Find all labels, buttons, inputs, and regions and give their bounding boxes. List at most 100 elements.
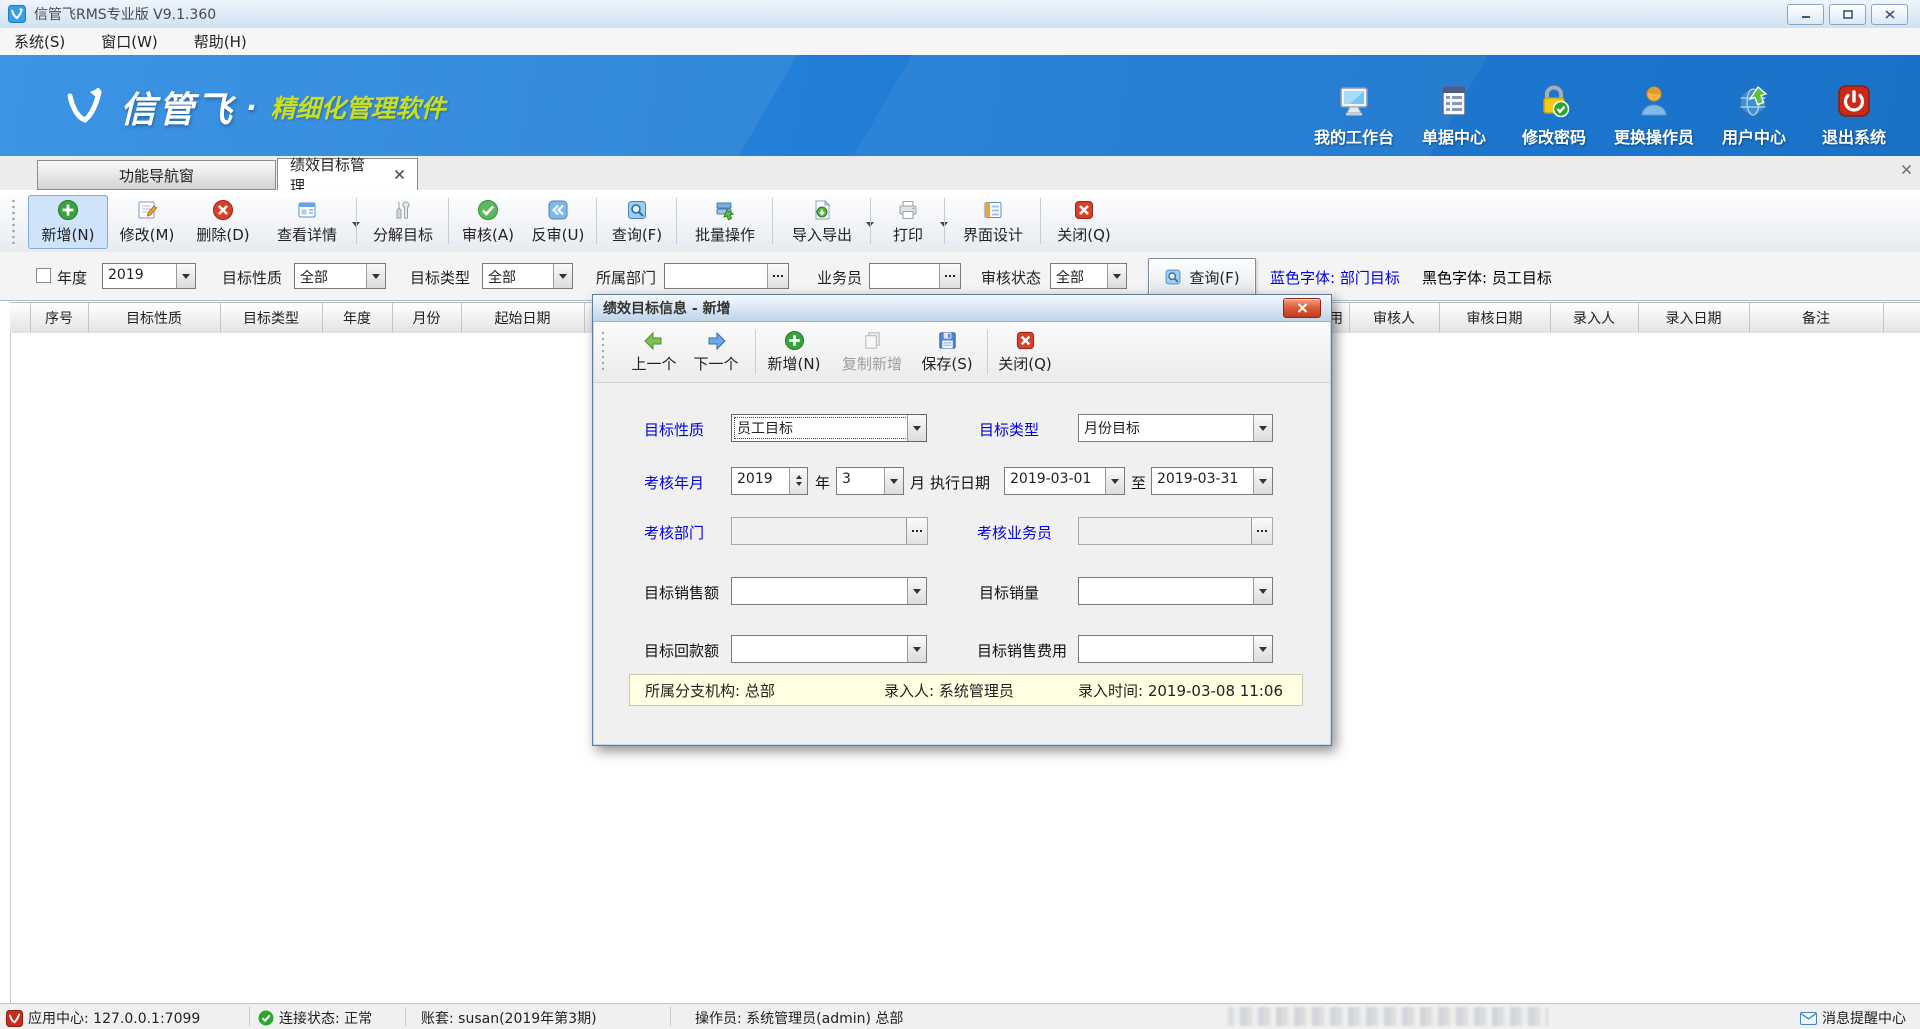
tab-performance-target[interactable]: 绩效目标管理 (277, 158, 418, 191)
query-toolbar-button[interactable]: 查询(F) (602, 195, 672, 249)
chevron-down-icon[interactable] (366, 264, 385, 288)
chevron-down-icon[interactable] (1107, 264, 1126, 288)
close-all-tabs-icon[interactable] (1901, 164, 1912, 175)
brand-name: 信管飞 (120, 81, 234, 133)
ellipsis-picker-icon[interactable] (767, 264, 788, 288)
menu-system[interactable]: 系统(S) (14, 31, 65, 52)
print-button[interactable]: 打印 (876, 195, 952, 249)
decompose-target-button[interactable]: 分解目标 (362, 195, 444, 249)
year-spinner[interactable]: 2019 (731, 467, 808, 495)
nature-filter-combo[interactable]: 全部 (294, 263, 386, 289)
modify-button[interactable]: 修改(M) (110, 195, 184, 249)
column-header[interactable]: 录入人 (1550, 303, 1639, 333)
target-sales-combo[interactable] (731, 577, 927, 605)
chevron-down-icon[interactable] (1253, 636, 1272, 662)
previous-button[interactable]: 上一个 (626, 326, 682, 378)
column-header[interactable]: 年度 (322, 303, 393, 333)
type-filter-combo[interactable]: 全部 (482, 263, 573, 289)
reverse-audit-button[interactable]: 反审(U) (524, 195, 592, 249)
chevron-down-icon[interactable] (907, 578, 926, 604)
chevron-down-icon[interactable] (1253, 578, 1272, 604)
target-qty-combo[interactable] (1078, 577, 1273, 605)
main-toolbar: 新增(N) 修改(M) 删除(D) 查看详情 分解目标 审核(A) 反审(U) (0, 190, 1920, 253)
menu-window[interactable]: 窗口(W) (101, 31, 158, 52)
audit-button[interactable]: 审核(A) (454, 195, 522, 249)
spinner-arrows-icon[interactable] (789, 468, 807, 494)
column-header[interactable]: 序号 (30, 303, 89, 333)
ellipsis-picker-icon[interactable] (1251, 518, 1272, 544)
save-button[interactable]: 保存(S) (916, 326, 978, 378)
audit-status-combo[interactable]: 全部 (1050, 263, 1127, 289)
target-expense-combo[interactable] (1078, 635, 1273, 663)
exec-to-date[interactable]: 2019-03-31 (1151, 467, 1273, 495)
copy-add-button[interactable]: 复制新增 (834, 326, 910, 378)
ellipsis-picker-icon[interactable] (906, 518, 927, 544)
salesman-filter-field[interactable] (869, 263, 961, 289)
ellipsis-picker-icon[interactable] (939, 264, 960, 288)
brand-slogan: 精细化管理软件 (271, 89, 446, 125)
dept-filter-field[interactable] (664, 263, 789, 289)
nature-combo[interactable]: 员工目标 (731, 414, 927, 442)
chevron-down-icon[interactable] (884, 468, 903, 494)
dialog-close-button[interactable] (1283, 298, 1321, 318)
column-header[interactable]: 月份 (392, 303, 462, 333)
column-header[interactable]: 目标类型 (220, 303, 323, 333)
dialog-add-button[interactable]: 新增(N) (762, 326, 826, 378)
year-filter-combo[interactable]: 2019 (102, 263, 196, 289)
ui-design-button[interactable]: 界面设计 (950, 195, 1036, 249)
target-payment-combo[interactable] (731, 635, 927, 663)
dialog-toolbar: 上一个 下一个 新增(N) 复制新增 保存(S) 关闭(Q) (594, 322, 1330, 383)
banner-item-user-center[interactable]: 用户中心 (1704, 83, 1804, 148)
chevron-down-icon[interactable] (1105, 468, 1124, 494)
dialog-toolbar-grip[interactable] (601, 330, 605, 374)
chevron-down-icon[interactable] (1253, 415, 1272, 441)
banner-item-workbench[interactable]: 我的工作台 (1304, 83, 1404, 148)
assess-salesman-field[interactable] (1078, 517, 1273, 545)
assess-dept-field[interactable] (731, 517, 928, 545)
copy-icon (862, 330, 883, 351)
app-center-status[interactable]: 应用中心: 127.0.0.1:7099 (6, 1008, 200, 1028)
legend-blue-text: 蓝色字体: 部门目标 (1270, 267, 1400, 288)
banner-item-password[interactable]: 修改密码 (1504, 83, 1604, 148)
chevron-down-icon[interactable] (176, 264, 195, 288)
column-header[interactable]: 审核日期 (1439, 303, 1551, 333)
maximize-button[interactable] (1829, 4, 1866, 25)
chevron-down-icon[interactable] (1253, 468, 1272, 494)
banner-item-switch-user[interactable]: 更换操作员 (1604, 83, 1704, 148)
connection-ok-icon (258, 1010, 274, 1026)
toolbar-grip[interactable] (11, 198, 16, 244)
dialog-title-bar[interactable]: 绩效目标信息 - 新增 (593, 295, 1331, 322)
close-module-button[interactable]: 关闭(Q) (1046, 195, 1122, 249)
column-header[interactable]: 审核人 (1349, 303, 1440, 333)
month-combo[interactable]: 3 (836, 467, 904, 495)
column-header[interactable]: 目标性质 (88, 303, 221, 333)
year-checkbox[interactable] (36, 268, 51, 283)
add-button[interactable]: 新增(N) (28, 195, 108, 249)
delete-button[interactable]: 删除(D) (186, 195, 260, 249)
next-button[interactable]: 下一个 (688, 326, 744, 378)
menu-help[interactable]: 帮助(H) (194, 31, 247, 52)
type-combo[interactable]: 月份目标 (1078, 414, 1273, 442)
close-button[interactable] (1871, 4, 1908, 25)
minimize-button[interactable] (1787, 4, 1824, 25)
target-info-dialog: 绩效目标信息 - 新增 上一个 下一个 新增(N) 复制新增 (592, 294, 1332, 746)
batch-operation-button[interactable]: 批量操作 (682, 195, 768, 249)
banner-item-documents[interactable]: 单据中心 (1404, 83, 1504, 148)
tab-function-nav[interactable]: 功能导航窗 (37, 160, 276, 190)
exec-from-date[interactable]: 2019-03-01 (1004, 467, 1125, 495)
chevron-down-icon[interactable] (907, 636, 926, 662)
view-detail-button[interactable]: 查看详情 (262, 195, 364, 249)
chevron-down-icon[interactable] (907, 415, 926, 441)
column-header[interactable]: 备注 (1749, 303, 1884, 333)
query-button[interactable]: 查询(F) (1148, 258, 1256, 296)
user-center-globe-icon (1736, 83, 1772, 119)
dialog-close-toolbar-button[interactable]: 关闭(Q) (994, 326, 1056, 378)
close-tab-icon[interactable] (394, 169, 405, 180)
banner-item-exit[interactable]: 退出系统 (1804, 83, 1904, 148)
connection-status[interactable]: 连接状态: 正常 (258, 1008, 372, 1028)
column-header[interactable]: 起始日期 (461, 303, 585, 333)
column-header[interactable]: 录入日期 (1638, 303, 1750, 333)
import-export-button[interactable]: 导入导出 (778, 195, 878, 249)
message-center-link[interactable]: 消息提醒中心 (1800, 1008, 1906, 1028)
chevron-down-icon[interactable] (553, 264, 572, 288)
